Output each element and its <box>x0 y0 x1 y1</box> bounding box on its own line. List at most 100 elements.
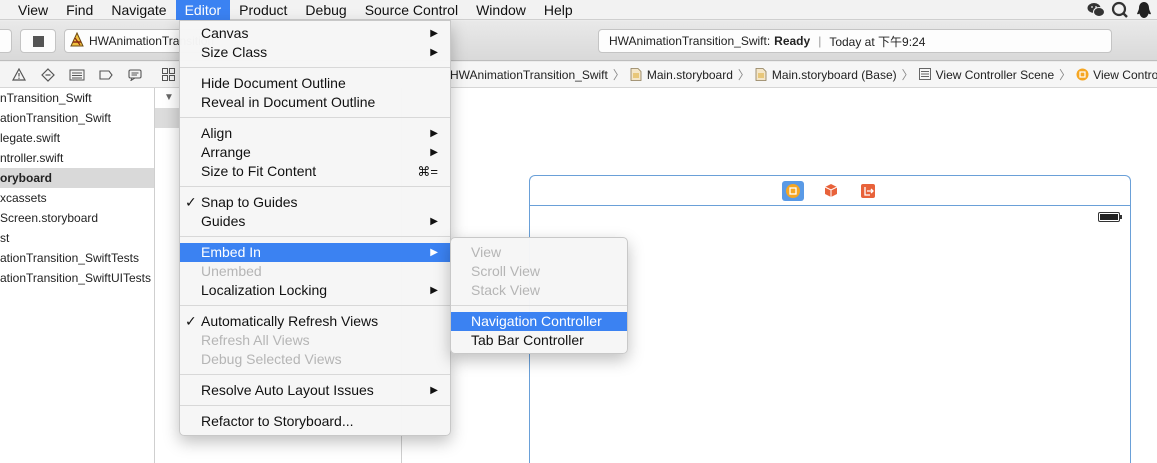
navigator-row[interactable]: ationTransition_Swift <box>0 108 154 128</box>
menu-separator <box>180 67 450 68</box>
menu-item-arrange[interactable]: Arrange ▶ <box>180 143 450 162</box>
navigator-row[interactable]: ntroller.swift <box>0 148 154 168</box>
menu-item-auto-refresh-views[interactable]: ✓ Automatically Refresh Views <box>180 312 450 331</box>
crumb-project[interactable]: HWAnimationTransition_Swift <box>450 68 608 82</box>
submenu-arrow-icon: ▶ <box>430 216 438 227</box>
menu-separator <box>180 186 450 187</box>
storyboard-file-icon <box>630 68 642 81</box>
menu-find[interactable]: Find <box>57 0 102 20</box>
activity-time: Today at 下午9:24 <box>829 34 926 49</box>
grid-icon[interactable] <box>162 68 175 84</box>
project-navigator: nTransition_Swift ationTransition_Swift … <box>0 88 155 463</box>
navigator-selector-bar <box>0 62 155 88</box>
menu-item-size-to-fit[interactable]: Size to Fit Content ⌘= <box>180 162 450 181</box>
shortcut-label: ⌘= <box>417 164 438 179</box>
navigator-row[interactable]: xcassets <box>0 188 154 208</box>
submenu-item-navigation-controller[interactable]: Navigation Controller <box>451 312 627 331</box>
menu-debug[interactable]: Debug <box>296 0 355 20</box>
storyboard-file-icon <box>755 68 767 81</box>
menu-separator <box>180 405 450 406</box>
exit-icon[interactable] <box>857 181 879 201</box>
first-responder-icon[interactable] <box>820 181 842 201</box>
checkmark-icon: ✓ <box>185 194 197 210</box>
menu-separator <box>180 236 450 237</box>
navigator-row[interactable]: ationTransition_SwiftUITests <box>0 268 154 288</box>
warning-icon[interactable] <box>4 65 33 85</box>
navigator-row[interactable]: st <box>0 228 154 248</box>
wechat-icon[interactable] <box>1087 1 1105 19</box>
test-diamond-icon[interactable] <box>33 65 62 85</box>
menu-item-unembed[interactable]: Unembed <box>180 262 450 281</box>
submenu-arrow-icon: ▶ <box>430 285 438 296</box>
activity-project: HWAnimationTransition_Swift: <box>609 34 771 48</box>
submenu-arrow-icon: ▶ <box>430 247 438 258</box>
submenu-arrow-icon: ▶ <box>430 47 438 58</box>
menu-item-resolve-auto-layout[interactable]: Resolve Auto Layout Issues ▶ <box>180 381 450 400</box>
navigator-row-selected[interactable]: oryboard <box>0 168 154 188</box>
report-icon[interactable] <box>120 65 149 85</box>
status-icons <box>1087 0 1153 20</box>
submenu-arrow-icon: ▶ <box>430 128 438 139</box>
view-controller-dock-icon[interactable] <box>782 181 804 201</box>
crumb-main-storyboard[interactable]: Main.storyboard <box>630 68 733 82</box>
menu-item-debug-selected-views[interactable]: Debug Selected Views <box>180 350 450 369</box>
crumb-view-controller[interactable]: View Controller <box>1076 68 1157 82</box>
activity-separator: | <box>818 34 822 48</box>
crumb-view-controller-scene[interactable]: View Controller Scene <box>918 68 1054 82</box>
menu-item-refresh-all-views[interactable]: Refresh All Views <box>180 331 450 350</box>
run-button[interactable] <box>0 29 12 53</box>
menu-product[interactable]: Product <box>230 0 296 20</box>
menu-help[interactable]: Help <box>535 0 582 20</box>
submenu-arrow-icon: ▶ <box>430 147 438 158</box>
submenu-item-view[interactable]: View <box>451 243 627 262</box>
menu-separator <box>180 117 450 118</box>
qq-search-icon[interactable] <box>1111 1 1129 19</box>
menu-item-embed-in[interactable]: Embed In ▶ <box>180 243 450 262</box>
submenu-item-scroll-view[interactable]: Scroll View <box>451 262 627 281</box>
crumb-separator: 〉 <box>737 68 750 82</box>
navigator-row[interactable]: ationTransition_SwiftTests <box>0 248 154 268</box>
jump-bar: HWAnimationTransition_Swift 〉 Main.story… <box>402 62 1157 88</box>
menu-bar: View Find Navigate Editor Product Debug … <box>0 0 1157 20</box>
navigator-row[interactable]: legate.swift <box>0 128 154 148</box>
navigator-row[interactable]: nTransition_Swift <box>0 88 154 108</box>
debug-gauge-icon[interactable] <box>62 65 91 85</box>
menu-window[interactable]: Window <box>467 0 535 20</box>
toolbar: HWAnimationTransition_Swift HWAnimationT… <box>0 21 1157 61</box>
menu-item-canvas[interactable]: Canvas ▶ <box>180 24 450 43</box>
menu-navigate[interactable]: Navigate <box>102 0 175 20</box>
menu-item-refactor-to-storyboard[interactable]: Refactor to Storyboard... <box>180 412 450 431</box>
menu-item-align[interactable]: Align ▶ <box>180 124 450 143</box>
menu-editor[interactable]: Editor <box>175 0 231 20</box>
menu-item-reveal-in-document-outline[interactable]: Reveal in Document Outline <box>180 93 450 112</box>
menu-item-snap-to-guides[interactable]: ✓ Snap to Guides <box>180 193 450 212</box>
menu-item-hide-document-outline[interactable]: Hide Document Outline <box>180 74 450 93</box>
navigator-row[interactable]: Screen.storyboard <box>0 208 154 228</box>
disclosure-triangle-icon[interactable]: ▼ <box>164 92 174 103</box>
scene-icon <box>918 68 931 81</box>
crumb-separator: 〉 <box>612 68 625 82</box>
breakpoint-icon[interactable] <box>91 65 120 85</box>
menu-separator <box>180 305 450 306</box>
stop-button[interactable] <box>20 29 56 53</box>
activity-viewer: HWAnimationTransition_Swift: Ready | Tod… <box>598 29 1112 53</box>
menu-separator <box>451 305 627 306</box>
menu-item-guides[interactable]: Guides ▶ <box>180 212 450 231</box>
stop-icon <box>32 35 44 47</box>
embed-in-submenu: View Scroll View Stack View Navigation C… <box>450 237 628 354</box>
menu-item-size-class[interactable]: Size Class ▶ <box>180 43 450 62</box>
submenu-item-stack-view[interactable]: Stack View <box>451 281 627 300</box>
menu-item-localization-locking[interactable]: Localization Locking ▶ <box>180 281 450 300</box>
battery-icon <box>1098 212 1122 222</box>
activity-state: Ready <box>774 34 811 48</box>
menu-separator <box>180 374 450 375</box>
menu-source-control[interactable]: Source Control <box>356 0 467 20</box>
qq-penguin-icon[interactable] <box>1135 1 1153 19</box>
editor-menu: Canvas ▶ Size Class ▶ Hide Document Outlin… <box>179 20 451 436</box>
submenu-item-tab-bar-controller[interactable]: Tab Bar Controller <box>451 331 627 350</box>
view-controller-icon <box>1076 68 1089 81</box>
checkmark-icon: ✓ <box>185 313 197 329</box>
crumb-separator: 〉 <box>1059 68 1072 82</box>
menu-view[interactable]: View <box>0 0 57 20</box>
crumb-main-storyboard-base[interactable]: Main.storyboard (Base) <box>755 68 897 82</box>
